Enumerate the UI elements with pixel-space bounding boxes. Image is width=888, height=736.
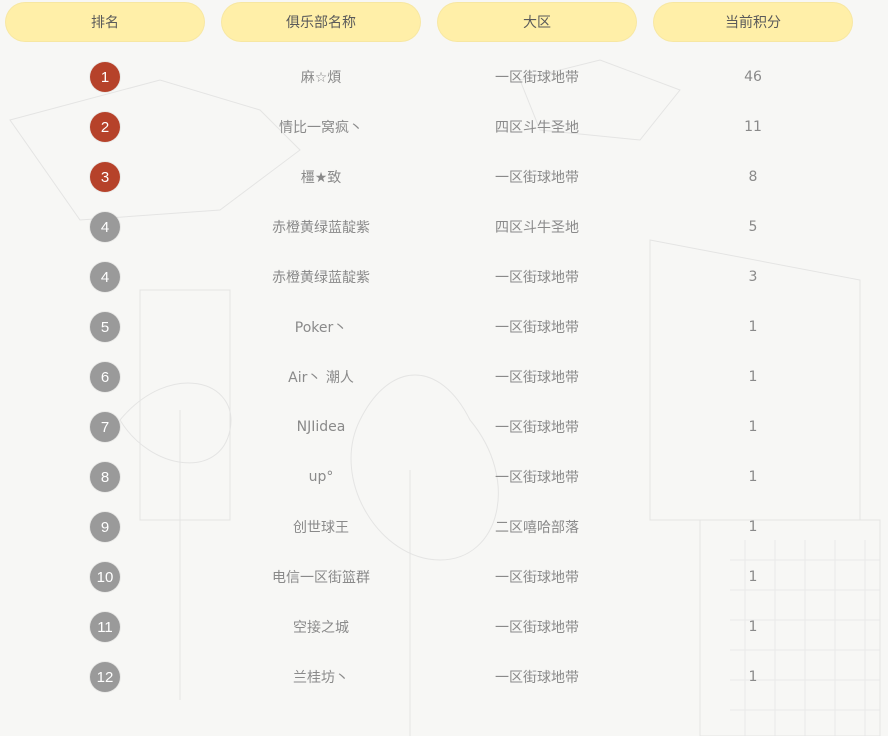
table-row: 6 Air丶 潮人 一区街球地带 1 [0,352,888,402]
rank-badge: 4 [90,262,120,292]
club-name: Air丶 潮人 [288,370,354,386]
club-name: 空接之城 [293,620,349,636]
area-name: 四区斗牛圣地 [495,120,579,136]
leaderboard-header: 排名 俱乐部名称 大区 当前积分 [5,2,865,42]
area-name: 一区街球地带 [495,370,579,386]
table-row: 3 橿★致 一区街球地带 8 [0,152,888,202]
rank-badge: 6 [90,362,120,392]
club-name: 麻☆煩 [300,70,342,86]
club-name: 赤橙黄绿蓝靛紫 [272,270,370,286]
area-name: 一区街球地带 [495,620,579,636]
rank-badge: 10 [90,562,120,592]
table-row: 5 Poker丶 一区街球地带 1 [0,302,888,352]
area-name: 二区嘻哈部落 [495,520,579,536]
score-value: 1 [748,419,758,435]
header-rank: 排名 [5,2,205,42]
table-row: 1 麻☆煩 一区街球地带 46 [0,52,888,102]
area-name: 一区街球地带 [495,170,579,186]
score-value: 1 [748,619,758,635]
area-name: 一区街球地带 [495,420,579,436]
header-rank-label: 排名 [91,14,119,30]
table-row: 12 兰桂坊丶 一区街球地带 1 [0,652,888,702]
score-value: 1 [748,519,758,535]
header-area-label: 大区 [523,14,551,30]
club-name: 创世球王 [293,520,349,536]
area-name: 一区街球地带 [495,570,579,586]
header-club-name: 俱乐部名称 [221,2,421,42]
rank-badge: 7 [90,412,120,442]
rank-badge: 8 [90,462,120,492]
score-value: 1 [748,369,758,385]
club-name: 电信一区街篮群 [272,570,370,586]
header-area: 大区 [437,2,637,42]
score-value: 1 [748,469,758,485]
area-name: 一区街球地带 [495,270,579,286]
club-name: up° [308,469,334,485]
table-row: 4 赤橙黄绿蓝靛紫 一区街球地带 3 [0,252,888,302]
header-club-name-label: 俱乐部名称 [286,14,356,30]
score-value: 5 [748,219,758,235]
area-name: 一区街球地带 [495,670,579,686]
header-score-label: 当前积分 [725,14,781,30]
rank-badge: 4 [90,212,120,242]
table-row: 4 赤橙黄绿蓝靛紫 四区斗牛圣地 5 [0,202,888,252]
score-value: 1 [748,319,758,335]
score-value: 3 [748,269,758,285]
table-row: 7 NJIidea 一区街球地带 1 [0,402,888,452]
club-name: 橿★致 [300,170,342,186]
area-name: 一区街球地带 [495,70,579,86]
score-value: 8 [748,169,758,185]
rank-badge: 12 [90,662,120,692]
table-row: 11 空接之城 一区街球地带 1 [0,602,888,652]
table-row: 2 情比一窝疯丶 四区斗牛圣地 11 [0,102,888,152]
score-value: 1 [748,569,758,585]
club-name: 兰桂坊丶 [293,670,349,686]
score-value: 11 [744,119,762,135]
area-name: 四区斗牛圣地 [495,220,579,236]
table-row: 8 up° 一区街球地带 1 [0,452,888,502]
area-name: 一区街球地带 [495,320,579,336]
rank-badge: 5 [90,312,120,342]
rank-badge: 3 [90,162,120,192]
score-value: 46 [744,69,762,85]
club-name: 赤橙黄绿蓝靛紫 [272,220,370,236]
header-score: 当前积分 [653,2,853,42]
club-name: NJIidea [296,419,346,435]
area-name: 一区街球地带 [495,470,579,486]
rank-badge: 2 [90,112,120,142]
score-value: 1 [748,669,758,685]
table-row: 9 创世球王 二区嘻哈部落 1 [0,502,888,552]
club-name: 情比一窝疯丶 [279,120,363,136]
rank-badge: 9 [90,512,120,542]
table-row: 10 电信一区街篮群 一区街球地带 1 [0,552,888,602]
rank-badge: 1 [90,62,120,92]
rank-badge: 11 [90,612,120,642]
club-name: Poker丶 [294,320,348,336]
